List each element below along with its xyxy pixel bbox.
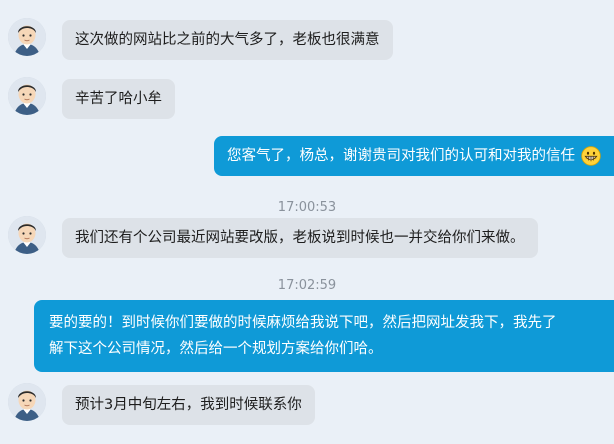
message-text-line: 解下这个公司情况，然后给一个规划方案给你们哈。 (49, 341, 383, 357)
message-text: 预计3月中旬左右，我到时候联系你 (75, 397, 302, 413)
contact-avatar[interactable] (8, 77, 46, 115)
message-bubble-outgoing[interactable]: 要的要的！到时候你们要做的时候麻烦给我说下吧，然后把网址发我下，我先了 解下这个… (34, 300, 614, 372)
contact-avatar[interactable] (8, 383, 46, 421)
contact-avatar[interactable] (8, 216, 46, 254)
message-text-line: 要的要的！到时候你们要做的时候麻烦给我说下吧，然后把网址发我下，我先了 (49, 315, 557, 331)
message-timestamp: 17:00:53 (277, 200, 337, 215)
message-timestamp: 17:02:59 (277, 278, 337, 293)
message-bubble-incoming[interactable]: 我们还有个公司最近网站要改版，老板说到时候也一并交给你们来做。 (62, 218, 538, 258)
message-text: 您客气了，杨总，谢谢贵司对我们的认可和对我的信任 (227, 148, 575, 164)
contact-avatar[interactable] (8, 18, 46, 56)
message-bubble-outgoing[interactable]: 您客气了，杨总，谢谢贵司对我们的认可和对我的信任 (214, 136, 614, 176)
grinning-face-icon (581, 146, 601, 166)
message-text: 辛苦了哈小牟 (75, 91, 162, 107)
message-text: 我们还有个公司最近网站要改版，老板说到时候也一并交给你们来做。 (75, 230, 525, 246)
chat-window: { "messages": [ {"side": "left", "text":… (0, 0, 614, 444)
message-text: 这次做的网站比之前的大气多了，老板也很满意 (75, 32, 380, 48)
message-bubble-incoming[interactable]: 这次做的网站比之前的大气多了，老板也很满意 (62, 20, 393, 60)
message-bubble-incoming[interactable]: 预计3月中旬左右，我到时候联系你 (62, 385, 315, 425)
message-bubble-incoming[interactable]: 辛苦了哈小牟 (62, 79, 175, 119)
